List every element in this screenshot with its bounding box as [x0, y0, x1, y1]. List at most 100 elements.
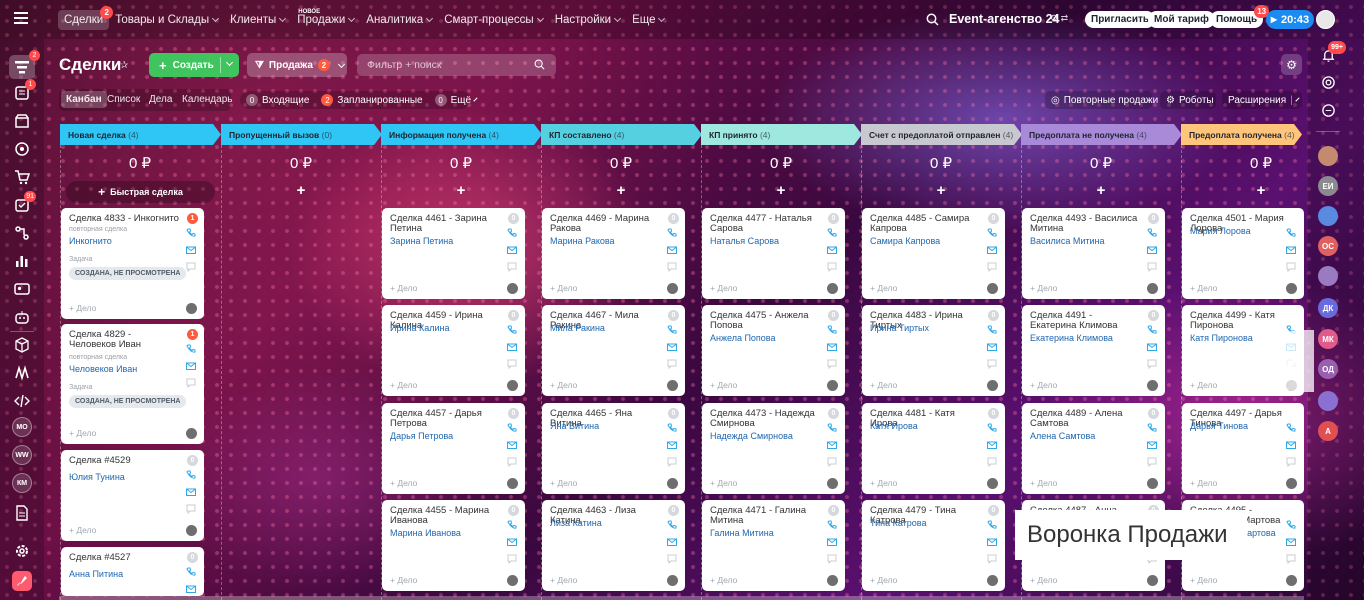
email-icon[interactable]: [987, 245, 997, 255]
email-icon[interactable]: [1286, 537, 1296, 547]
client-link[interactable]: Инкогнито: [69, 236, 112, 246]
deal-title[interactable]: Сделка #4529: [69, 456, 179, 466]
client-link[interactable]: Анжела Попова: [710, 333, 776, 343]
chat-icon[interactable]: [1147, 262, 1157, 273]
chat-icon[interactable]: [1147, 457, 1157, 468]
add-activity-link[interactable]: + Дело: [390, 380, 417, 390]
nav-deals[interactable]: Сделки 2: [58, 5, 114, 30]
phone-icon[interactable]: [1147, 423, 1157, 433]
email-icon[interactable]: [507, 440, 517, 450]
chat-icon[interactable]: [507, 554, 517, 565]
responsible-avatar[interactable]: [827, 380, 838, 391]
email-icon[interactable]: [186, 245, 196, 255]
client-link[interactable]: Зарина Петина: [390, 236, 453, 246]
nav-smart-processes[interactable]: Смарт-процессы: [438, 10, 548, 30]
phone-icon[interactable]: [1286, 423, 1296, 433]
email-icon[interactable]: [1147, 342, 1157, 352]
chat-icon[interactable]: [987, 359, 997, 370]
sidebar-avatar-ww[interactable]: WW: [12, 445, 32, 465]
bell-icon[interactable]: 99+: [1318, 41, 1346, 65]
phone-icon[interactable]: [186, 344, 196, 354]
extensions-button[interactable]: Расширения |: [1222, 91, 1302, 109]
add-activity-link[interactable]: + Дело: [710, 283, 737, 293]
chat-icon[interactable]: [186, 504, 196, 515]
responsible-avatar[interactable]: [186, 428, 197, 439]
add-deal-button[interactable]: +: [226, 182, 376, 199]
deal-title[interactable]: Сделка 4461 - Зарина Петина: [390, 214, 500, 234]
tab-kanban[interactable]: Канбан: [61, 91, 107, 108]
chat-search-icon[interactable]: [1318, 100, 1338, 120]
deal-card[interactable]: Сделка 4457 - Дарья Петрова Дарья Петрова…: [382, 403, 525, 494]
phone-icon[interactable]: [1147, 228, 1157, 238]
responsible-avatar[interactable]: [1286, 575, 1297, 586]
email-icon[interactable]: [987, 342, 997, 352]
email-icon[interactable]: [667, 245, 677, 255]
phone-icon[interactable]: [507, 228, 517, 238]
chat-icon[interactable]: [667, 262, 677, 273]
email-icon[interactable]: [667, 440, 677, 450]
flow-icon[interactable]: [13, 224, 31, 242]
stage-header[interactable]: Счет с предоплатой отправлен (4): [861, 124, 1022, 145]
deal-card[interactable]: Сделка 4455 - Марина Иванова Марина Ивано…: [382, 500, 525, 591]
add-activity-link[interactable]: + Дело: [870, 575, 897, 585]
stage-header[interactable]: Пропущенный вызов (0): [221, 124, 382, 145]
chat-icon[interactable]: [827, 554, 837, 565]
phone-icon[interactable]: [1286, 228, 1296, 238]
email-icon[interactable]: [827, 537, 837, 547]
add-activity-link[interactable]: + Дело: [69, 428, 96, 438]
client-link[interactable]: Юлия Тунина: [69, 472, 125, 482]
client-link[interactable]: Марина Иванова: [390, 528, 461, 538]
email-icon[interactable]: [507, 245, 517, 255]
email-icon[interactable]: [827, 440, 837, 450]
client-link[interactable]: Мария Лорова: [1190, 226, 1251, 236]
add-activity-link[interactable]: + Дело: [870, 478, 897, 488]
add-activity-link[interactable]: + Дело: [710, 380, 737, 390]
chat-icon[interactable]: [186, 378, 196, 389]
deals-icon[interactable]: 2: [9, 50, 40, 79]
client-link[interactable]: Мила Ракина: [550, 323, 605, 333]
deal-card[interactable]: Сделка 4461 - Зарина Петина Зарина Петина…: [382, 208, 525, 299]
board-settings-icon[interactable]: ⚙: [1281, 54, 1302, 75]
repeat-sales-button[interactable]: ◎ Повторные продажи: [1045, 91, 1158, 109]
stage-header[interactable]: Новая сделка (4): [60, 124, 221, 145]
add-activity-link[interactable]: + Дело: [550, 283, 577, 293]
deal-title[interactable]: Сделка 4455 - Марина Иванова: [390, 506, 500, 526]
deal-card[interactable]: Сделка 4475 - Анжела Попова Анжела Попова…: [702, 305, 845, 396]
deal-title[interactable]: Сделка 4833 - Инкогнито: [69, 214, 179, 224]
email-icon[interactable]: [1286, 245, 1296, 255]
chat-avatar-group2[interactable]: [1318, 266, 1338, 286]
phone-icon[interactable]: [507, 325, 517, 335]
responsible-avatar[interactable]: [987, 380, 998, 391]
filter-search-icon[interactable]: [534, 59, 545, 70]
pin-icon[interactable]: ✰: [120, 60, 128, 71]
phone-icon[interactable]: [987, 423, 997, 433]
chat-icon[interactable]: [186, 262, 196, 273]
phone-icon[interactable]: [987, 228, 997, 238]
chat-icon[interactable]: [827, 262, 837, 273]
client-link[interactable]: Ирина Калина: [390, 323, 449, 333]
chevron-down-icon[interactable]: [225, 58, 234, 67]
add-deal-button[interactable]: +: [1186, 182, 1336, 199]
chat-icon[interactable]: [667, 359, 677, 370]
chat-avatar-a[interactable]: А: [1318, 421, 1338, 441]
email-icon[interactable]: [1147, 245, 1157, 255]
phone-icon[interactable]: [186, 567, 196, 577]
settings-icon[interactable]: [13, 542, 31, 560]
client-link[interactable]: Анна Питина: [69, 569, 123, 579]
phone-icon[interactable]: [827, 423, 837, 433]
deal-title[interactable]: Сделка 4473 - Надежда Смирнова: [710, 409, 820, 429]
search-input[interactable]: Фильтр + поиск: [357, 54, 556, 76]
chat-icon[interactable]: [507, 262, 517, 273]
responsible-avatar[interactable]: [827, 478, 838, 489]
phone-icon[interactable]: [667, 520, 677, 530]
deal-card[interactable]: Сделка 4477 - Наталья Сарова Наталья Саро…: [702, 208, 845, 299]
help-button[interactable]: Помощь 13: [1210, 5, 1270, 28]
chat-icon[interactable]: [827, 359, 837, 370]
responsible-avatar[interactable]: [1147, 380, 1158, 391]
docs-icon[interactable]: [13, 504, 31, 522]
robots-button[interactable]: ⚙ Роботы: [1160, 91, 1216, 109]
tab-calendar[interactable]: Календарь: [177, 91, 237, 108]
deal-card[interactable]: Сделка 4481 - Катя Ирова Катя Ирова 0 + Дел…: [862, 403, 1005, 494]
add-activity-link[interactable]: + Дело: [1190, 575, 1217, 585]
robot-icon[interactable]: [13, 308, 31, 326]
